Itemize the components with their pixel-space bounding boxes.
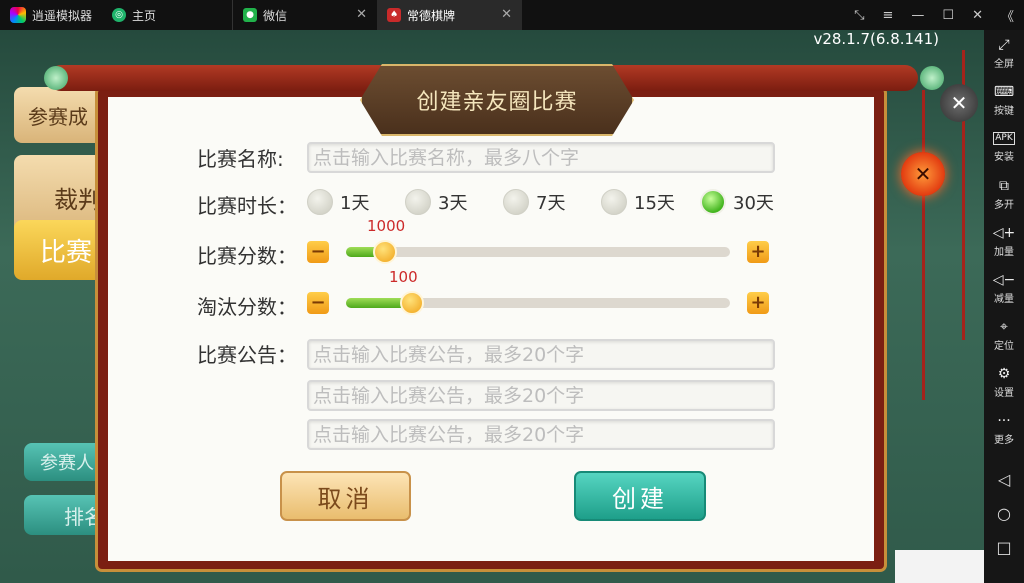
home-circle-icon[interactable]: ○ <box>984 504 1024 523</box>
sidebar-item-location[interactable]: ⌖ 定位 <box>984 312 1024 359</box>
radio-dot <box>405 189 431 215</box>
dialog-close-icon[interactable]: ✕ <box>901 152 945 196</box>
elimination-slider-handle[interactable]: 100 <box>389 268 424 315</box>
gear-icon: ⚙ <box>997 365 1011 382</box>
volume-up-icon: ◁+ <box>992 224 1016 241</box>
volume-down-icon: ◁− <box>992 271 1016 288</box>
wechat-icon: ● <box>243 8 258 22</box>
expand-icon[interactable]: ⤡ <box>854 8 864 23</box>
match-name-label: 比赛名称: <box>197 147 284 171</box>
radio-dot <box>307 189 333 215</box>
match-name-input[interactable]: 点击输入比赛名称，最多八个字 <box>307 142 775 173</box>
maximize-icon[interactable]: ☐ <box>942 8 954 23</box>
sidebar-item-volume-down[interactable]: ◁− 减量 <box>984 265 1024 312</box>
tab-label: 常德棋牌 <box>407 8 456 23</box>
tab-wechat[interactable]: ● 微信 ✕ <box>232 0 377 30</box>
elimination-score-label: 淘汰分数： <box>197 295 297 319</box>
dialog-title-plate: 创建亲友圈比赛 <box>360 64 634 136</box>
duration-label: 比赛时长： <box>197 194 297 218</box>
elimination-slider[interactable]: 100 <box>346 268 730 315</box>
close-tab-icon[interactable]: ✕ <box>356 7 367 22</box>
notice-label: 比赛公告： <box>197 343 297 367</box>
sidebar-item-more[interactable]: ··· 更多 <box>984 406 1024 453</box>
keyboard-icon: ⌨ <box>993 83 1015 100</box>
recent-apps-icon[interactable]: □ <box>984 538 1024 557</box>
sidebar-item-install[interactable]: APK 安装 <box>984 124 1024 171</box>
score-plus-button[interactable]: + <box>747 241 769 263</box>
window-controls: ⤡ ≡ — ☐ ✕ 《 <box>854 0 1014 30</box>
create-button[interactable]: 创建 <box>574 471 706 521</box>
close-window-icon[interactable]: ✕ <box>972 8 983 23</box>
close-icon[interactable]: ✕ <box>940 84 978 122</box>
bg-button-participant: 参赛成 <box>14 87 104 143</box>
bg-button-match: 比赛 <box>14 220 104 280</box>
duration-radio-3[interactable]: 3天 <box>405 189 467 215</box>
score-value: 1000 <box>367 217 406 235</box>
decor-rope <box>922 90 925 400</box>
decor-panel <box>895 550 984 583</box>
location-icon: ⌖ <box>1000 318 1008 335</box>
cancel-button[interactable]: 取消 <box>280 471 411 521</box>
multi-instance-icon: ⧉ <box>999 177 1009 194</box>
duration-radio-30[interactable]: 30天 <box>700 189 774 215</box>
memu-logo-icon <box>10 7 26 23</box>
sidebar-item-keymap[interactable]: ⌨ 按键 <box>984 77 1024 124</box>
radio-dot-selected <box>700 189 726 215</box>
close-tab-icon[interactable]: ✕ <box>501 7 512 22</box>
minimize-icon[interactable]: — <box>911 8 924 23</box>
tab-game[interactable]: ♠ 常德棋牌 ✕ <box>377 0 523 30</box>
radio-dot <box>503 189 529 215</box>
score-label: 比赛分数： <box>197 244 297 268</box>
scroll-end-icon <box>44 66 68 90</box>
elimination-minus-button[interactable]: − <box>307 292 329 314</box>
sidebar-item-multi[interactable]: ⧉ 多开 <box>984 171 1024 218</box>
apk-icon: APK <box>993 132 1015 145</box>
collapse-sidebar-icon[interactable]: 《 <box>1001 6 1014 25</box>
score-slider[interactable]: 1000 <box>346 217 730 264</box>
emulator-titlebar: 逍遥模拟器 ◎ 主页 ● 微信 ✕ ♠ 常德棋牌 ✕ ⤡ ≡ — ☐ ✕ 《 <box>0 0 1024 30</box>
back-icon[interactable]: ◁ <box>984 470 1024 489</box>
app-logo: 逍遥模拟器 <box>0 0 102 30</box>
version-label: v28.1.7(6.8.141) <box>813 30 939 48</box>
score-slider-handle[interactable]: 1000 <box>367 217 405 264</box>
notice-input-2[interactable]: 点击输入比赛公告，最多20个字 <box>307 380 775 411</box>
sidebar-item-fullscreen[interactable]: ⤢ 全屏 <box>984 30 1024 77</box>
tab-home[interactable]: ◎ 主页 <box>102 0 232 30</box>
game-tab-icon: ♠ <box>387 8 402 22</box>
score-minus-button[interactable]: − <box>307 241 329 263</box>
tab-label: 微信 <box>263 8 288 23</box>
tab-label: 主页 <box>132 8 157 23</box>
dialog-title: 创建亲友圈比赛 <box>416 90 578 115</box>
scroll-end-icon <box>920 66 944 90</box>
emulator-sidebar: ⤢ 全屏 ⌨ 按键 APK 安装 ⧉ 多开 ◁+ 加量 ◁− 减量 ⌖ 定位 ⚙… <box>984 30 1024 583</box>
game-viewport: v28.1.7(6.8.141) 参赛成 裁判 比赛 参赛人 排名 ✕ ✕ 创建… <box>0 30 984 583</box>
duration-radio-15[interactable]: 15天 <box>601 189 675 215</box>
sidebar-item-volume-up[interactable]: ◁+ 加量 <box>984 218 1024 265</box>
elimination-plus-button[interactable]: + <box>747 292 769 314</box>
radio-dot <box>601 189 627 215</box>
bg-button-participants: 参赛人 <box>24 443 104 481</box>
notice-input-1[interactable]: 点击输入比赛公告，最多20个字 <box>307 339 775 370</box>
fullscreen-icon: ⤢ <box>998 36 1010 53</box>
sidebar-item-settings[interactable]: ⚙ 设置 <box>984 359 1024 406</box>
app-name: 逍遥模拟器 <box>32 8 93 23</box>
duration-radio-1[interactable]: 1天 <box>307 189 369 215</box>
menu-icon[interactable]: ≡ <box>883 8 894 23</box>
more-icon: ··· <box>997 412 1011 429</box>
notice-input-3[interactable]: 点击输入比赛公告，最多20个字 <box>307 419 775 450</box>
elimination-value: 100 <box>389 268 418 286</box>
home-icon: ◎ <box>112 8 127 22</box>
bg-button-ranking: 排名 <box>24 495 104 535</box>
duration-radio-7[interactable]: 7天 <box>503 189 565 215</box>
